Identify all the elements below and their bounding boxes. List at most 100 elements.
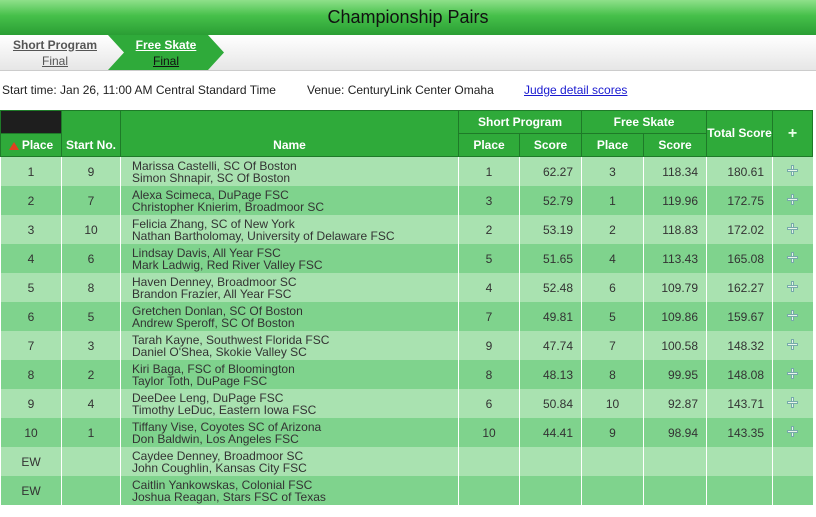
- place-cell: EW: [0, 447, 62, 476]
- total-score-cell: 148.32: [706, 331, 773, 360]
- place-cell: 1: [0, 156, 62, 186]
- tab-free-skate-status[interactable]: Final: [153, 53, 179, 69]
- expand-cell[interactable]: [772, 273, 813, 302]
- tab-free-skate[interactable]: Free Skate Final: [108, 35, 224, 70]
- table-row[interactable]: EW Caydee Denney, Broadmoor SC John Coughl…: [0, 447, 813, 476]
- sp-place-cell: 10: [458, 418, 520, 447]
- title-bar: Championship Pairs: [0, 0, 816, 35]
- name-cell: Caydee Denney, Broadmoor SC John Coughlin…: [120, 447, 459, 476]
- plus-icon[interactable]: [787, 251, 799, 263]
- header-start-no[interactable]: Start No.: [61, 110, 121, 157]
- header-corner: [0, 110, 62, 134]
- table-row[interactable]: 3 10 Felicia Zhang, SC of New York Nathan B…: [0, 215, 813, 244]
- expand-cell[interactable]: [772, 302, 813, 331]
- header-free-skate: Free Skate: [581, 110, 708, 134]
- plus-icon[interactable]: [787, 280, 799, 292]
- expand-cell[interactable]: [772, 331, 813, 360]
- sp-score-cell: 49.81: [518, 302, 582, 331]
- plus-icon[interactable]: +: [788, 125, 797, 142]
- plus-icon[interactable]: [787, 164, 799, 176]
- skater-1: Felicia Zhang, SC of New York: [132, 216, 295, 231]
- sp-place-cell: 2: [458, 215, 520, 244]
- table-row[interactable]: 10 1 Tiffany Vise, Coyotes SC of Arizona Do…: [0, 418, 813, 447]
- name-cell: Marissa Castelli, SC Of Boston Simon Shna…: [120, 156, 459, 186]
- header-place-label[interactable]: Place: [22, 138, 53, 152]
- table-row[interactable]: 1 9 Marissa Castelli, SC Of Boston Simon Sh…: [0, 156, 813, 186]
- plus-icon[interactable]: [787, 193, 799, 205]
- header-fs-place[interactable]: Place: [581, 133, 645, 157]
- expand-cell[interactable]: [772, 389, 813, 418]
- results-table: Start No. Name Short Program Free Skate …: [0, 110, 814, 505]
- fs-place-cell: 1: [581, 186, 644, 215]
- table-row[interactable]: 7 3 Tarah Kayne, Southwest Florida FSC Dani…: [0, 331, 813, 360]
- skater-1: Caitlin Yankowskas, Colonial FSC: [132, 477, 313, 492]
- expand-cell[interactable]: [772, 244, 813, 273]
- place-cell: 3: [0, 215, 62, 244]
- name-cell: Alexa Scimeca, DuPage FSC Christopher Kni…: [120, 186, 459, 215]
- table-row[interactable]: 2 7 Alexa Scimeca, DuPage FSC Christopher K…: [0, 186, 813, 215]
- sp-score-cell: 48.13: [518, 360, 582, 389]
- skater-1: Tarah Kayne, Southwest Florida FSC: [132, 332, 330, 347]
- table-row[interactable]: 6 5 Gretchen Donlan, SC Of Boston Andrew Sp…: [0, 302, 813, 331]
- plus-icon[interactable]: [787, 309, 799, 321]
- plus-icon[interactable]: [787, 338, 799, 350]
- total-score-cell: 143.71: [706, 389, 773, 418]
- start-no-cell: [61, 447, 121, 476]
- place-cell: 6: [0, 302, 62, 331]
- header-total-score[interactable]: Total Score: [706, 110, 774, 157]
- tab-short-program-label[interactable]: Short Program: [13, 37, 97, 53]
- total-score-cell: 143.35: [706, 418, 773, 447]
- fs-score-cell: 118.34: [643, 156, 707, 186]
- header-sp-score[interactable]: Score: [518, 133, 583, 157]
- sp-place-cell: [458, 447, 520, 476]
- place-cell: 4: [0, 244, 62, 273]
- plus-icon[interactable]: [787, 222, 799, 234]
- tab-short-program-status[interactable]: Final: [42, 53, 68, 69]
- plus-icon[interactable]: [787, 367, 799, 379]
- fs-score-cell: 92.87: [643, 389, 707, 418]
- fs-place-cell: [581, 447, 644, 476]
- fs-score-cell: 109.79: [643, 273, 707, 302]
- fs-place-cell: 9: [581, 418, 644, 447]
- skater-2: Andrew Speroff, SC Of Boston: [132, 315, 295, 330]
- fs-place-cell: 3: [581, 156, 644, 186]
- start-time: Start time: Jan 26, 11:00 AM Central Sta…: [2, 83, 276, 97]
- judge-detail-link[interactable]: Judge detail scores: [524, 83, 627, 97]
- skater-2: Nathan Bartholomay, University of Delawa…: [132, 228, 395, 243]
- expand-all-button[interactable]: +: [772, 110, 814, 157]
- start-no-cell: 7: [61, 186, 121, 215]
- header-name[interactable]: Name: [120, 110, 459, 157]
- table-row[interactable]: 8 2 Kiri Baga, FSC of Bloomington Taylor To…: [0, 360, 813, 389]
- table-row[interactable]: 9 4 DeeDee Leng, DuPage FSC Timothy LeDuc, …: [0, 389, 813, 418]
- tab-short-program[interactable]: Short Program Final: [2, 35, 108, 70]
- expand-cell[interactable]: [772, 156, 813, 186]
- header-place[interactable]: Place: [0, 133, 62, 157]
- total-score-cell: [706, 476, 773, 505]
- skater-2: John Coughlin, Kansas City FSC: [132, 460, 307, 475]
- start-no-cell: 9: [61, 156, 121, 186]
- expand-cell[interactable]: [772, 215, 813, 244]
- expand-cell[interactable]: [772, 418, 813, 447]
- table-row[interactable]: 4 6 Lindsay Davis, All Year FSC Mark Ladwig…: [0, 244, 813, 273]
- tab-free-skate-label[interactable]: Free Skate: [136, 37, 197, 53]
- fs-place-cell: 6: [581, 273, 644, 302]
- plus-icon[interactable]: [787, 425, 799, 437]
- name-cell: Lindsay Davis, All Year FSC Mark Ladwig, …: [120, 244, 459, 273]
- start-no-cell: 4: [61, 389, 121, 418]
- header-fs-score[interactable]: Score: [643, 133, 708, 157]
- table-row[interactable]: 5 8 Haven Denney, Broadmoor SC Brandon Fraz…: [0, 273, 813, 302]
- sp-place-cell: 1: [458, 156, 520, 186]
- skater-2: Timothy LeDuc, Eastern Iowa FSC: [132, 402, 317, 417]
- table-row[interactable]: EW Caitlin Yankowskas, Colonial FSC Joshua…: [0, 476, 813, 505]
- skater-1: DeeDee Leng, DuPage FSC: [132, 390, 284, 405]
- name-cell: Caitlin Yankowskas, Colonial FSC Joshua R…: [120, 476, 459, 505]
- header-sp-place[interactable]: Place: [458, 133, 520, 157]
- expand-cell[interactable]: [772, 186, 813, 215]
- expand-cell[interactable]: [772, 360, 813, 389]
- name-cell: Kiri Baga, FSC of Bloomington Taylor Toth…: [120, 360, 459, 389]
- fs-score-cell: [643, 447, 707, 476]
- sp-place-cell: [458, 476, 520, 505]
- name-cell: Haven Denney, Broadmoor SC Brandon Frazie…: [120, 273, 459, 302]
- plus-icon[interactable]: [787, 396, 799, 408]
- fs-place-cell: 10: [581, 389, 644, 418]
